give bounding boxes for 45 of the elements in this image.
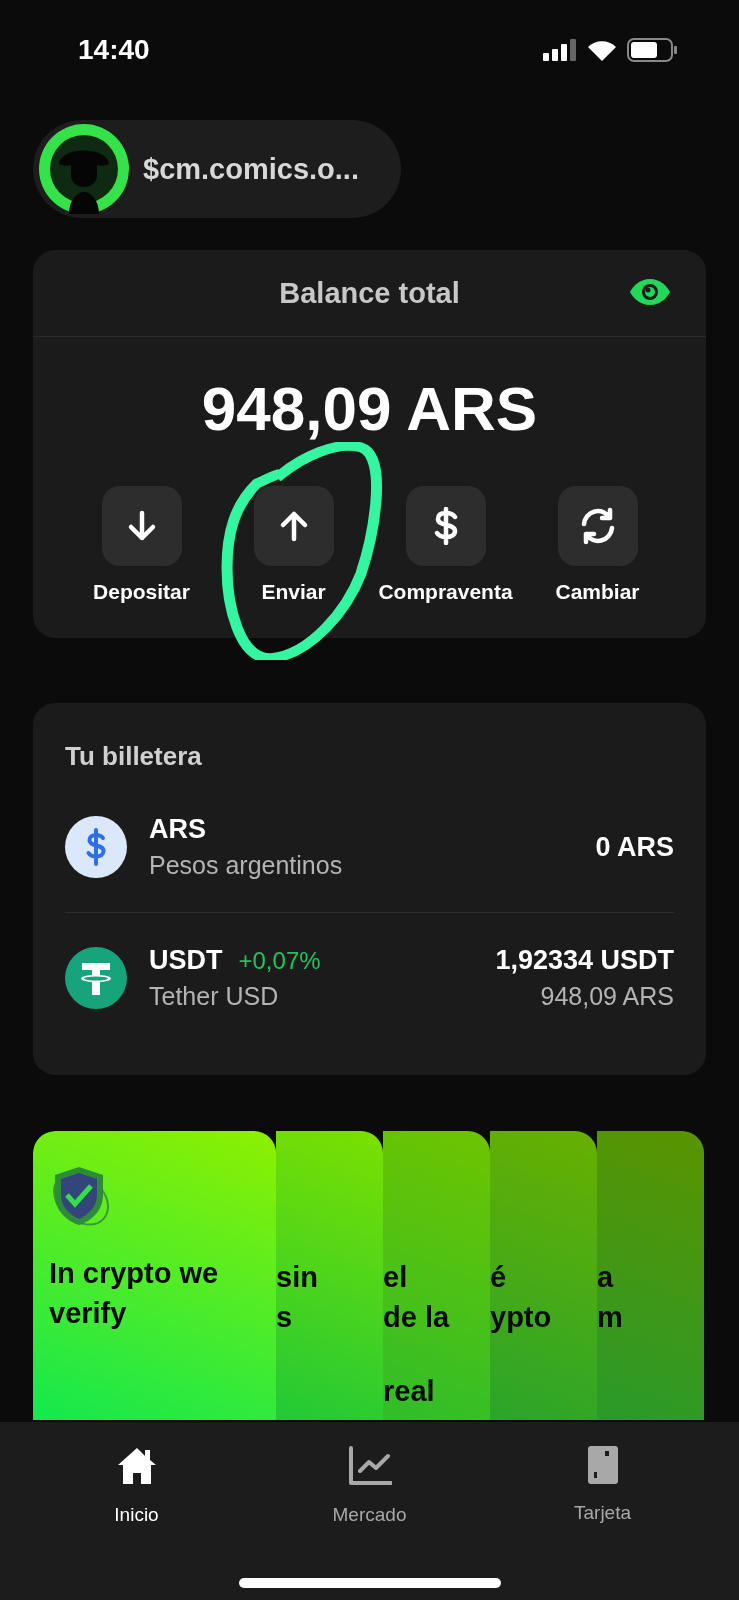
wifi-icon	[587, 39, 617, 61]
eye-icon[interactable]	[630, 278, 670, 306]
promo-card[interactable]: a m	[597, 1131, 704, 1420]
status-time: 14:40	[78, 34, 150, 66]
action-button[interactable]: Compraventa	[372, 486, 519, 604]
asset-amount: 1,92334 USDT	[495, 945, 674, 976]
avatar-icon	[39, 124, 129, 214]
balance-amount: 948,09 ARS	[200, 373, 539, 444]
tether-coin-icon	[65, 947, 127, 1009]
nav-tab[interactable]: Tarjeta	[532, 1446, 673, 1538]
action-button[interactable]: Cambiar	[524, 486, 671, 604]
promo-text: a	[597, 1260, 615, 1295]
promo-card[interactable]: el de la real	[383, 1131, 490, 1420]
promo-card[interactable]: In crypto we verify	[33, 1131, 276, 1420]
promo-text: s	[276, 1300, 294, 1335]
asset-amount: 0 ARS	[595, 831, 674, 863]
nav-tab[interactable]: Mercado	[299, 1446, 440, 1538]
signal-icon	[543, 39, 577, 61]
action-button[interactable]: Depositar	[68, 486, 215, 604]
promo-text: ypto	[490, 1300, 553, 1335]
asset-name: Tether USD	[149, 982, 280, 1011]
wallet-title: Tu billetera	[64, 740, 203, 773]
profile-chip[interactable]: $cm.comics.o...	[33, 120, 401, 218]
asset-value: 948,09 ARS	[540, 982, 674, 1011]
promo-text: In crypto we	[49, 1256, 220, 1291]
card-icon	[587, 1446, 618, 1484]
asset-name: Pesos argentinos	[149, 851, 343, 880]
line-chart-icon	[347, 1446, 392, 1486]
promo-text: m	[597, 1300, 624, 1335]
promo-text: el	[383, 1260, 409, 1295]
promo-text: é	[490, 1260, 508, 1295]
username-text: $cm.comics.o...	[143, 152, 359, 186]
promo-text: sin	[276, 1260, 319, 1295]
asset-symbol: USDT	[149, 945, 223, 976]
promo-text: de la	[383, 1300, 451, 1335]
nav-tab[interactable]: Inicio	[66, 1446, 207, 1538]
promo-text: verify	[49, 1296, 128, 1331]
battery-icon	[627, 38, 677, 62]
promo-card[interactable]: é ypto	[490, 1131, 597, 1420]
promo-card[interactable]: sin s	[276, 1131, 383, 1420]
promo-text: real	[383, 1375, 436, 1408]
balance-title: Balance total	[279, 276, 460, 310]
price-change: +0,07%	[238, 947, 321, 975]
dollar-coin-icon	[65, 816, 127, 878]
asset-symbol: ARS	[149, 814, 206, 845]
